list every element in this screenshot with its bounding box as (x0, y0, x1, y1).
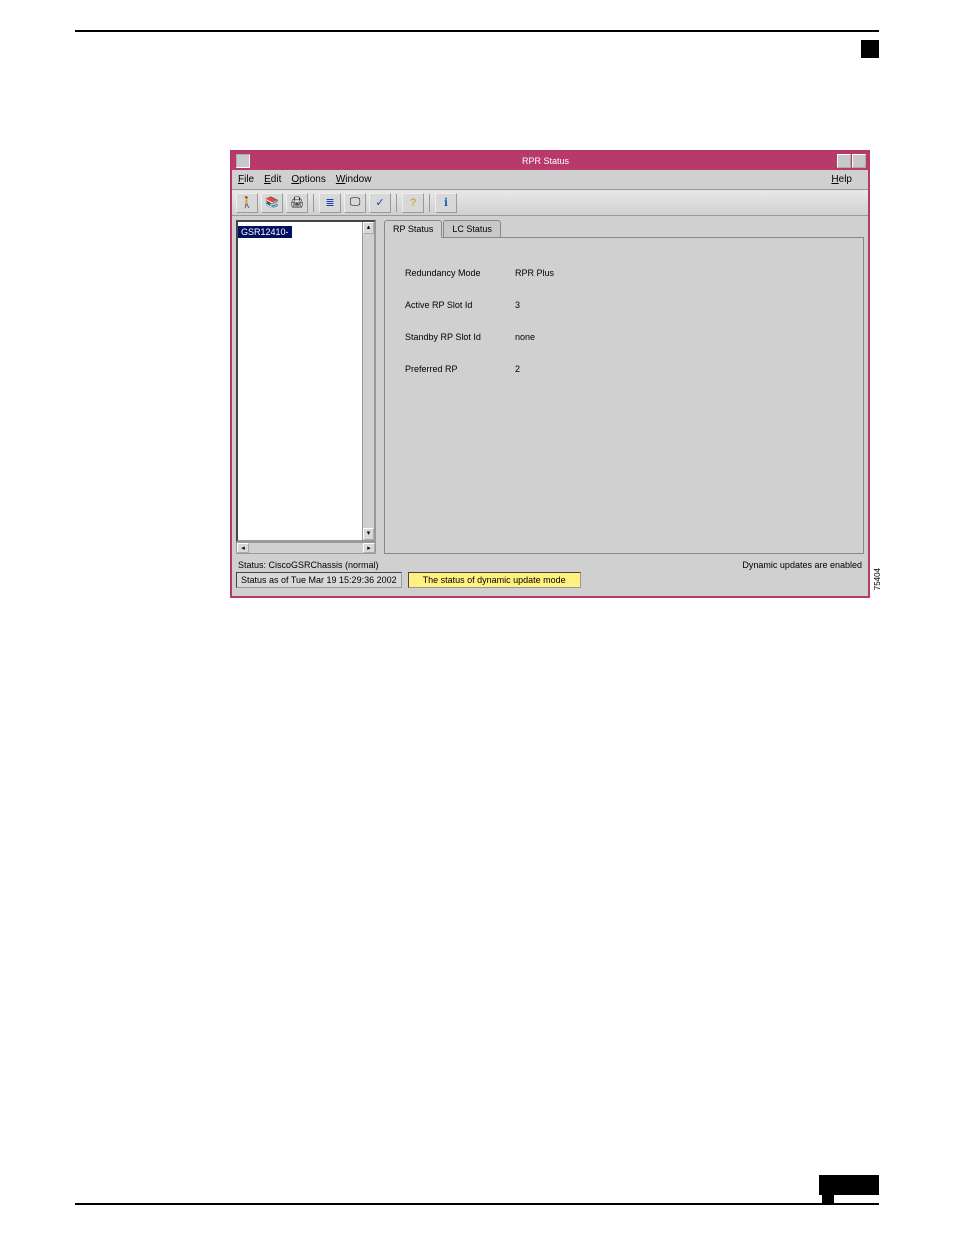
body-area: GSR12410- ▴ ▾ ◂ ▸ RP Status LC Status Re… (232, 216, 868, 558)
status-chassis: Status: CiscoGSRChassis (normal) (238, 560, 379, 570)
menu-options[interactable]: Options (291, 174, 325, 185)
field-value: 2 (515, 364, 520, 374)
status-timestamp: Status as of Tue Mar 19 15:29:36 2002 (236, 572, 402, 588)
tree-list[interactable]: GSR12410- ▴ ▾ (236, 220, 376, 542)
field-label: Preferred RP (405, 364, 515, 374)
field-label: Standby RP Slot Id (405, 332, 515, 342)
field-label: Redundancy Mode (405, 268, 515, 278)
list-icon[interactable]: ≣ (319, 193, 341, 213)
exit-icon[interactable]: 🚶 (236, 193, 258, 213)
vertical-scrollbar[interactable]: ▴ ▾ (362, 222, 374, 540)
menu-edit[interactable]: Edit (264, 174, 281, 185)
field-standby-rp: Standby RP Slot Id none (405, 332, 843, 342)
content-panel: RP Status LC Status Redundancy Mode RPR … (384, 220, 864, 554)
scroll-right-icon[interactable]: ▸ (363, 543, 375, 553)
toolbar-separator (313, 194, 314, 212)
tree-panel: GSR12410- ▴ ▾ ◂ ▸ (236, 220, 376, 554)
titlebar: RPR Status (232, 152, 868, 170)
scroll-up-icon[interactable]: ▴ (363, 222, 374, 234)
books-icon[interactable]: 📚 (261, 193, 283, 213)
screen-icon[interactable]: 🖵 (344, 193, 366, 213)
tree-item-gsr[interactable]: GSR12410- (238, 226, 292, 238)
info-icon[interactable]: ℹ (435, 193, 457, 213)
help-icon[interactable]: ? (402, 193, 424, 213)
status-line: Status: CiscoGSRChassis (normal) Dynamic… (236, 558, 864, 572)
titlebar-buttons (837, 154, 866, 168)
menubar: File Edit Options Window Help (232, 170, 868, 190)
tab-strip: RP Status LC Status (384, 220, 864, 238)
window-title: RPR Status (254, 156, 837, 166)
toolbar-separator (429, 194, 430, 212)
field-value: none (515, 332, 535, 342)
check-icon[interactable]: ✓ (369, 193, 391, 213)
toolbar-separator (396, 194, 397, 212)
print-icon[interactable]: 🖨 (286, 193, 308, 213)
field-value: RPR Plus (515, 268, 554, 278)
status-line: Status as of Tue Mar 19 15:29:36 2002 Th… (236, 572, 864, 588)
field-preferred-rp: Preferred RP 2 (405, 364, 843, 374)
tab-rp-status[interactable]: RP Status (384, 220, 442, 238)
menu-window[interactable]: Window (336, 174, 372, 185)
horizontal-scrollbar[interactable]: ◂ ▸ (236, 542, 376, 554)
figure-id: 75404 (873, 568, 882, 590)
status-dynamic-updates: Dynamic updates are enabled (742, 560, 862, 570)
toolbar: 🚶 📚 🖨 ≣ 🖵 ✓ ? ℹ (232, 190, 868, 216)
field-label: Active RP Slot Id (405, 300, 515, 310)
minimize-button[interactable] (837, 154, 851, 168)
field-redundancy-mode: Redundancy Mode RPR Plus (405, 268, 843, 278)
rpr-status-window: RPR Status File Edit Options Window Help… (230, 150, 870, 598)
scroll-down-icon[interactable]: ▾ (363, 528, 374, 540)
menu-help[interactable]: Help (831, 174, 852, 185)
status-area: Status: CiscoGSRChassis (normal) Dynamic… (232, 558, 868, 596)
scroll-left-icon[interactable]: ◂ (237, 543, 249, 553)
tab-body: Redundancy Mode RPR Plus Active RP Slot … (384, 237, 864, 554)
page-corner-decoration (861, 40, 879, 58)
tab-lc-status[interactable]: LC Status (443, 220, 501, 238)
system-menu-icon[interactable] (236, 154, 250, 168)
status-tooltip: The status of dynamic update mode (408, 572, 581, 588)
menu-file[interactable]: File (238, 174, 254, 185)
field-active-rp: Active RP Slot Id 3 (405, 300, 843, 310)
maximize-button[interactable] (852, 154, 866, 168)
field-value: 3 (515, 300, 520, 310)
page-corner-decoration (822, 1191, 834, 1203)
